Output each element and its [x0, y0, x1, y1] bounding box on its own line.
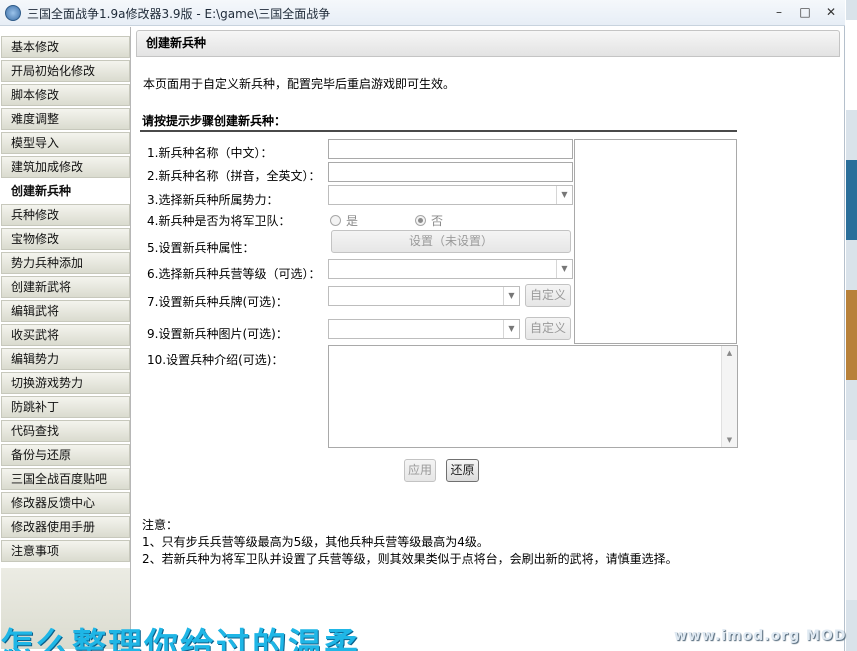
intro-scrollbar[interactable]: ▲ ▼: [721, 346, 737, 447]
sidebar-item-create-general[interactable]: 创建新武将: [1, 276, 130, 298]
sidebar-item-basic[interactable]: 基本修改: [1, 36, 130, 58]
label-attributes: 5.设置新兵种属性：: [147, 241, 255, 255]
guard-no-label: 否: [431, 214, 444, 228]
sidebar-item-edit-general[interactable]: 编辑武将: [1, 300, 130, 322]
faction-select[interactable]: ▼: [328, 185, 573, 205]
note-line: 2、若新兵种为将军卫队并设置了兵营等级，则其效果类似于点将台，会刷出新的武将，请…: [142, 552, 678, 566]
sidebar-item-script[interactable]: 脚本修改: [1, 84, 130, 106]
chevron-down-icon: ▼: [556, 260, 572, 278]
sidebar-item-building[interactable]: 建筑加成修改: [1, 156, 130, 178]
label-image: 9.设置新兵种图片(可选)：: [147, 327, 288, 341]
name-en-input[interactable]: [328, 162, 573, 182]
app-icon: [5, 5, 21, 21]
sidebar-item-edit-faction[interactable]: 编辑势力: [1, 348, 130, 370]
radio-checked-icon: [415, 215, 426, 226]
sidebar-item-unit-edit[interactable]: 兵种修改: [1, 204, 130, 226]
sidebar-item-treasure[interactable]: 宝物修改: [1, 228, 130, 250]
title-bar[interactable]: 三国全面战争1.9a修改器3.9版 - E:\game\三国全面战争 – □ ✕: [0, 0, 845, 26]
desktop-background: [846, 0, 857, 651]
sidebar-item-model-import[interactable]: 模型导入: [1, 132, 130, 154]
app-window: 三国全面战争1.9a修改器3.9版 - E:\game\三国全面战争 – □ ✕…: [0, 0, 845, 651]
label-name-en: 2.新兵种名称（拼音，全英文）：: [147, 169, 321, 183]
sidebar-item-tieba[interactable]: 三国全战百度贴吧: [1, 468, 130, 490]
label-faction: 3.选择新兵种所属势力：: [147, 193, 279, 207]
video-subtitle: 怎么整理你给过的温柔: [0, 626, 360, 651]
guard-yes-radio[interactable]: 是: [330, 212, 358, 229]
label-card: 7.设置新兵种兵牌(可选)：: [147, 295, 288, 309]
guard-yes-label: 是: [346, 214, 359, 228]
chevron-down-icon: ▼: [503, 287, 519, 305]
sidebar-item-notes[interactable]: 注意事项: [1, 540, 130, 562]
unit-image-preview: [574, 139, 737, 344]
chevron-down-icon: ▼: [503, 320, 519, 338]
sidebar-item-switch-faction[interactable]: 切换游戏势力: [1, 372, 130, 394]
maximize-button[interactable]: □: [794, 3, 816, 21]
minimize-button[interactable]: –: [768, 3, 790, 21]
label-name-cn: 1.新兵种名称（中文）：: [147, 146, 273, 160]
intro-textarea[interactable]: ▲ ▼: [328, 345, 738, 448]
custom-card-button[interactable]: 自定义: [525, 284, 571, 307]
close-button[interactable]: ✕: [820, 3, 842, 21]
label-guard: 4.新兵种是否为将军卫队：: [147, 214, 291, 228]
notes-title: 注意：: [142, 518, 179, 532]
sidebar-item-bribe-general[interactable]: 收买武将: [1, 324, 130, 346]
note-line: 1、只有步兵兵营等级最高为5级，其他兵种兵营等级最高为4级。: [142, 535, 489, 549]
sidebar-item-create-unit[interactable]: 创建新兵种: [1, 180, 130, 202]
card-select[interactable]: ▼: [328, 286, 520, 306]
sidebar: 基本修改 开局初始化修改 脚本修改 难度调整 模型导入 建筑加成修改 创建新兵种…: [0, 27, 131, 649]
sidebar-item-difficulty[interactable]: 难度调整: [1, 108, 130, 130]
chevron-down-icon: ▼: [556, 186, 572, 204]
guard-no-radio[interactable]: 否: [415, 212, 443, 229]
image-select[interactable]: ▼: [328, 319, 520, 339]
set-attributes-button[interactable]: 设置（未设置）: [331, 230, 571, 253]
name-cn-input[interactable]: [328, 139, 573, 159]
scroll-down-icon[interactable]: ▼: [722, 433, 737, 447]
apply-button[interactable]: 应用: [404, 459, 436, 482]
sidebar-item-anti-skip[interactable]: 防跳补丁: [1, 396, 130, 418]
barracks-select[interactable]: ▼: [328, 259, 573, 279]
page-title: 创建新兵种: [136, 30, 840, 57]
sidebar-item-code-search[interactable]: 代码查找: [1, 420, 130, 442]
sidebar-item-init[interactable]: 开局初始化修改: [1, 60, 130, 82]
custom-image-button[interactable]: 自定义: [525, 317, 571, 340]
label-barracks: 6.选择新兵种兵营等级（可选）：: [147, 267, 321, 281]
scroll-up-icon[interactable]: ▲: [722, 346, 737, 360]
section-divider: [140, 130, 737, 132]
window-title: 三国全面战争1.9a修改器3.9版 - E:\game\三国全面战争: [27, 7, 331, 21]
label-intro: 10.设置兵种介绍(可选)：: [147, 353, 284, 367]
sidebar-item-manual[interactable]: 修改器使用手册: [1, 516, 130, 538]
site-watermark: www.imod.org MOD: [674, 628, 847, 644]
sidebar-item-backup[interactable]: 备份与还原: [1, 444, 130, 466]
section-title: 请按提示步骤创建新兵种：: [142, 114, 287, 128]
sidebar-item-feedback[interactable]: 修改器反馈中心: [1, 492, 130, 514]
sidebar-item-faction-units[interactable]: 势力兵种添加: [1, 252, 130, 274]
page-description: 本页面用于自定义新兵种，配置完毕后重启游戏即可生效。: [143, 77, 456, 91]
main-panel: 创建新兵种 本页面用于自定义新兵种，配置完毕后重启游戏即可生效。 请按提示步骤创…: [132, 27, 845, 649]
radio-unchecked-icon: [330, 215, 341, 226]
restore-button[interactable]: 还原: [446, 459, 479, 482]
